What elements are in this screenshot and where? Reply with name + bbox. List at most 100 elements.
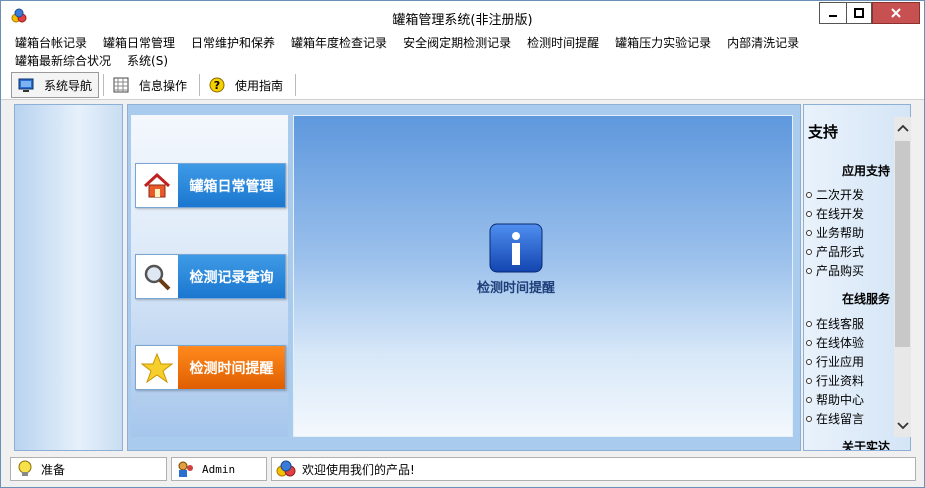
scroll-down-button[interactable] [894, 417, 911, 435]
bullet-icon [806, 358, 812, 365]
menu-row-1: 罐箱台帐记录 罐箱日常管理 日常维护和保养 罐箱年度检查记录 安全阀定期检测记录… [15, 35, 815, 51]
maximize-button[interactable] [846, 2, 872, 24]
menu-item-system[interactable]: 系统(S) [127, 53, 168, 69]
menu-item-safety-valve[interactable]: 安全阀定期检测记录 [403, 35, 511, 51]
bullet-icon [806, 229, 812, 236]
status-message-text: 欢迎使用我们的产品! [302, 462, 415, 477]
minimize-button[interactable] [819, 2, 846, 24]
service-link[interactable]: 在线客服 [806, 315, 864, 332]
app-window: 罐箱管理系统(非注册版) 罐箱台帐记录 罐箱日常管理 日常维护和保养 罐箱年度检… [0, 0, 925, 488]
svg-text:?: ? [214, 79, 220, 92]
app-logo-icon [276, 460, 296, 477]
bullet-icon [806, 191, 812, 198]
chevron-down-icon [896, 422, 909, 430]
system-nav-button[interactable]: 系统导航 [11, 72, 99, 98]
bullet-icon [806, 396, 812, 403]
bullet-icon [806, 415, 812, 422]
scroll-up-button[interactable] [894, 119, 911, 137]
status-user-text: Admin [202, 462, 236, 476]
bullet-icon [806, 377, 812, 384]
service-link[interactable]: 在线留言 [806, 410, 864, 427]
bullet-icon [806, 267, 812, 274]
service-link-label: 行业资料 [816, 374, 865, 388]
star-icon [141, 352, 173, 383]
info-icon[interactable] [489, 223, 543, 273]
magnifier-icon [144, 264, 171, 290]
menu-row-2: 罐箱最新综合状况 系统(S) [15, 53, 184, 69]
service-link[interactable]: 行业资料 [806, 372, 864, 389]
service-link[interactable]: 帮助中心 [806, 391, 864, 408]
system-nav-label: 系统导航 [44, 78, 93, 93]
support-title: 支持 [808, 123, 839, 141]
support-link[interactable]: 产品形式 [806, 243, 864, 260]
app-support-heading: 应用支持 [841, 164, 890, 178]
inspection-reminder-label: 检测时间提醒 [178, 346, 285, 389]
inspection-reminder-button[interactable]: 检测时间提醒 [135, 345, 286, 390]
service-link-label: 在线留言 [816, 412, 865, 426]
service-link-label: 帮助中心 [816, 393, 865, 407]
toolbar-separator [103, 74, 104, 96]
status-ready: 准备 [10, 457, 167, 481]
title-bar[interactable]: 罐箱管理系统(非注册版) [1, 1, 924, 32]
service-link[interactable]: 在线体验 [806, 334, 864, 351]
daily-management-button[interactable]: 罐箱日常管理 [135, 163, 286, 208]
status-message: 欢迎使用我们的产品! [271, 457, 916, 481]
toolbar-separator [295, 74, 296, 96]
support-link[interactable]: 二次开发 [806, 186, 864, 203]
user-guide-button[interactable]: ? 使用指南 [203, 72, 293, 98]
home-icon-box [136, 164, 178, 207]
inspection-query-button[interactable]: 检测记录查询 [135, 254, 286, 299]
menu-item-maintenance[interactable]: 日常维护和保养 [191, 35, 275, 51]
support-link[interactable]: 产品购买 [806, 262, 864, 279]
menu-item-tank-ledger[interactable]: 罐箱台帐记录 [15, 35, 87, 51]
close-button[interactable] [872, 2, 920, 24]
grid-icon [113, 77, 129, 93]
support-link-label: 业务帮助 [816, 226, 865, 240]
status-user: Admin [171, 457, 267, 481]
toolbar: 系统导航 信息操作 ? 使用指南 [1, 70, 924, 100]
menu-item-daily-management[interactable]: 罐箱日常管理 [103, 35, 175, 51]
inspection-query-label: 检测记录查询 [178, 255, 285, 298]
info-operation-button[interactable]: 信息操作 [107, 72, 195, 98]
menu-item-pressure-test[interactable]: 罐箱压力实验记录 [615, 35, 711, 51]
support-link[interactable]: 业务帮助 [806, 224, 864, 241]
menu-item-annual-inspection[interactable]: 罐箱年度检查记录 [291, 35, 387, 51]
status-bar: 准备 Admin 欢迎使用我们的产品! [1, 453, 924, 487]
daily-management-label: 罐箱日常管理 [178, 164, 285, 207]
menu-item-latest-status[interactable]: 罐箱最新综合状况 [15, 53, 111, 69]
window-title: 罐箱管理系统(非注册版) [392, 13, 533, 28]
support-link-label: 产品形式 [816, 245, 865, 259]
star-icon-box [136, 346, 178, 389]
minimize-icon [829, 15, 837, 17]
service-link-label: 行业应用 [816, 355, 865, 369]
help-icon: ? [209, 77, 225, 93]
service-link-label: 在线体验 [816, 336, 865, 350]
bullet-icon [806, 248, 812, 255]
toolbar-separator [199, 74, 200, 96]
content-area [293, 115, 793, 437]
menu-item-inspection-reminder[interactable]: 检测时间提醒 [527, 35, 599, 51]
service-link[interactable]: 行业应用 [806, 353, 864, 370]
bullet-icon [806, 320, 812, 327]
menu-bar: 罐箱台帐记录 罐箱日常管理 日常维护和保养 罐箱年度检查记录 安全阀定期检测记录… [1, 32, 924, 70]
lightbulb-icon [18, 460, 32, 476]
maximize-icon [854, 8, 864, 18]
magnifier-icon-box [136, 255, 178, 298]
chevron-up-icon [896, 124, 909, 132]
status-ready-text: 准备 [41, 462, 66, 477]
support-link[interactable]: 在线开发 [806, 205, 864, 222]
left-panel [14, 104, 123, 451]
bullet-icon [806, 210, 812, 217]
monitor-icon [18, 78, 34, 92]
scrollbar-thumb[interactable] [895, 141, 910, 347]
online-service-heading: 在线服务 [841, 292, 890, 306]
menu-item-internal-cleaning[interactable]: 内部清洗记录 [727, 35, 799, 51]
about-heading: 关于实达 [841, 440, 890, 451]
info-operation-label: 信息操作 [139, 78, 188, 93]
close-icon [891, 8, 901, 18]
support-link-label: 二次开发 [816, 188, 865, 202]
content-title: 检测时间提醒 [476, 281, 555, 296]
support-link-label: 在线开发 [816, 207, 865, 221]
user-icon [178, 461, 193, 477]
service-link-label: 在线客服 [816, 317, 865, 331]
